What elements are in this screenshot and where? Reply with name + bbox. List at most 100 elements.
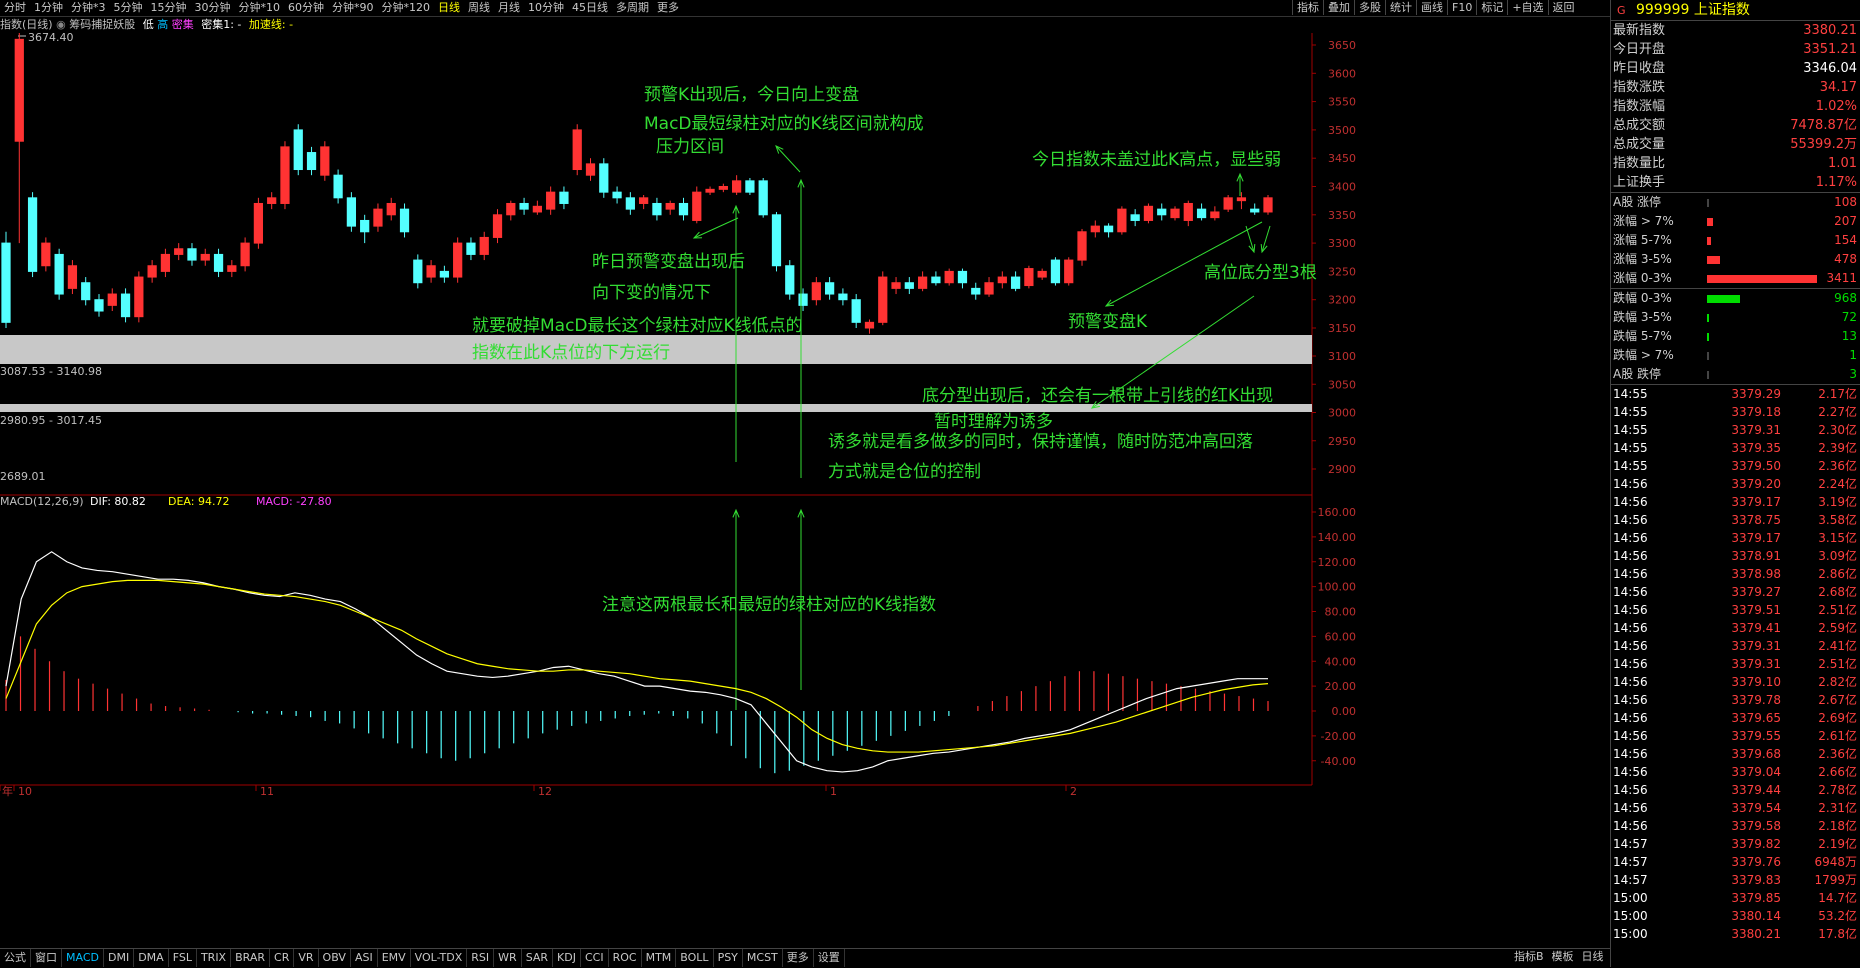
toolbar-button-7[interactable]: +自选 [1507,0,1547,15]
candle-body[interactable] [413,259,423,284]
candle-body[interactable] [904,282,914,289]
tick-row[interactable]: 14:56 3379.68 2.36亿 [1611,745,1860,763]
candle-body[interactable] [599,163,609,193]
indicator-tab-22[interactable]: PSY [714,949,743,967]
period-tab-16[interactable]: 更多 [653,0,683,15]
tick-row[interactable]: 14:56 3379.51 2.51亿 [1611,601,1860,619]
candle-body[interactable] [333,174,343,199]
candle-body[interactable] [798,293,808,306]
period-tab-1[interactable]: 1分钟 [30,0,67,15]
candle-body[interactable] [1223,197,1233,210]
candle-body[interactable] [267,197,277,204]
candle-body[interactable] [1010,276,1021,289]
candle-body[interactable] [1130,214,1140,221]
candle-body[interactable] [373,208,383,227]
candle-body[interactable] [1077,231,1087,261]
indicator-tab-6[interactable]: TRIX [197,949,232,967]
candle-body[interactable] [745,180,755,193]
indicator-tab-1[interactable]: 窗口 [31,949,62,967]
indicator-tab-17[interactable]: KDJ [553,949,581,967]
indicator-tab-13[interactable]: VOL-TDX [411,949,468,967]
candle-body[interactable] [240,242,250,267]
period-tab-11[interactable]: 周线 [464,0,494,15]
tick-row[interactable]: 15:00 3379.85 14.7亿 [1611,889,1860,907]
candle-body[interactable] [174,248,184,255]
toolbar-button-8[interactable]: 返回 [1547,0,1579,15]
candle-body[interactable] [1170,208,1180,219]
indicator-tab-5[interactable]: FSL [169,949,197,967]
tick-row[interactable]: 14:56 3379.65 2.69亿 [1611,709,1860,727]
tick-row[interactable]: 14:55 3379.29 2.17亿 [1611,385,1860,403]
indicator-tab-0[interactable]: 公式 [0,949,31,967]
candle-body[interactable] [585,163,596,176]
kline-macd-chart[interactable]: 3150 3200 3250 3300 3350 3400 3450 3500 3550 3600… [0,33,1610,948]
candle-body[interactable] [612,191,622,199]
candle-body[interactable] [811,282,821,301]
candle-body[interactable] [692,191,702,221]
period-tab-8[interactable]: 分钟*90 [328,0,378,15]
indicator-tab-15[interactable]: WR [494,949,522,967]
candle-body[interactable] [94,299,104,312]
candle-body[interactable] [984,282,994,295]
candle-body[interactable] [227,265,237,272]
tick-row[interactable]: 14:56 3379.58 2.18亿 [1611,817,1860,835]
candle-body[interactable] [346,197,357,227]
toolbar-button-5[interactable]: F10 [1447,0,1476,15]
indicator-name[interactable]: 筹码捕捉妖股 [69,18,135,31]
candle-body[interactable] [944,270,954,284]
candle-body[interactable] [891,282,901,289]
candle-body[interactable] [546,191,556,210]
candle-body[interactable] [14,38,24,142]
candle-body[interactable] [785,265,795,295]
candle-body[interactable] [1,242,11,323]
candle-body[interactable] [532,205,542,213]
indicator-tab-8[interactable]: CR [270,949,295,967]
toolbar-button-3[interactable]: 统计 [1385,0,1416,15]
period-tab-7[interactable]: 60分钟 [284,0,328,15]
candle-body[interactable] [134,276,144,318]
candle-body[interactable] [41,242,51,267]
candle-body[interactable] [931,276,941,284]
candle-body[interactable] [864,321,875,329]
indicator-tab-23[interactable]: MCST [743,949,783,967]
candle-body[interactable] [1090,225,1100,233]
candle-body[interactable] [678,202,689,216]
candle-body[interactable] [1103,225,1114,233]
candle-body[interactable] [293,129,303,171]
tick-row[interactable]: 14:56 3378.91 3.09亿 [1611,547,1860,565]
tick-row[interactable]: 14:56 3379.04 2.66亿 [1611,763,1860,781]
period-tab-9[interactable]: 分钟*120 [378,0,435,15]
tick-row[interactable]: 14:56 3379.55 2.61亿 [1611,727,1860,745]
bottom-button-0[interactable]: 指标B [1510,948,1548,966]
bottom-button-1[interactable]: 模板 [1548,948,1578,966]
candle-body[interactable] [771,214,782,267]
candle-body[interactable] [625,197,635,210]
indicator-tab-24[interactable]: 更多 [783,949,814,967]
toolbar-button-2[interactable]: 多股 [1354,0,1385,15]
candle-body[interactable] [519,202,529,210]
candle-body[interactable] [878,276,888,323]
indicator-tab-7[interactable]: BRAR [231,949,271,967]
candle-body[interactable] [1024,268,1034,287]
candle-body[interactable] [253,202,264,244]
candle-body[interactable] [1050,259,1061,284]
candle-body[interactable] [732,180,742,193]
indicator-tab-12[interactable]: EMV [378,949,411,967]
tick-row[interactable]: 14:57 3379.83 1799万 [1611,871,1860,889]
candle-body[interactable] [652,202,662,216]
tick-row[interactable]: 14:56 3379.54 2.31亿 [1611,799,1860,817]
candle-body[interactable] [386,202,396,216]
tick-row[interactable]: 14:55 3379.18 2.27亿 [1611,403,1860,421]
candle-body[interactable] [559,191,569,204]
candle-body[interactable] [851,299,861,323]
indicator-tab-3[interactable]: DMI [104,949,135,967]
tick-row[interactable]: 14:56 3378.75 3.58亿 [1611,511,1860,529]
tick-row[interactable]: 14:55 3379.50 2.36亿 [1611,457,1860,475]
period-tab-5[interactable]: 30分钟 [191,0,235,15]
period-tab-13[interactable]: 10分钟 [524,0,568,15]
period-tab-6[interactable]: 分钟*10 [235,0,285,15]
tick-row[interactable]: 14:56 3379.31 2.51亿 [1611,655,1860,673]
candle-body[interactable] [1196,208,1207,219]
bottom-button-2[interactable]: 日线 [1578,948,1608,966]
candle-body[interactable] [160,253,171,272]
